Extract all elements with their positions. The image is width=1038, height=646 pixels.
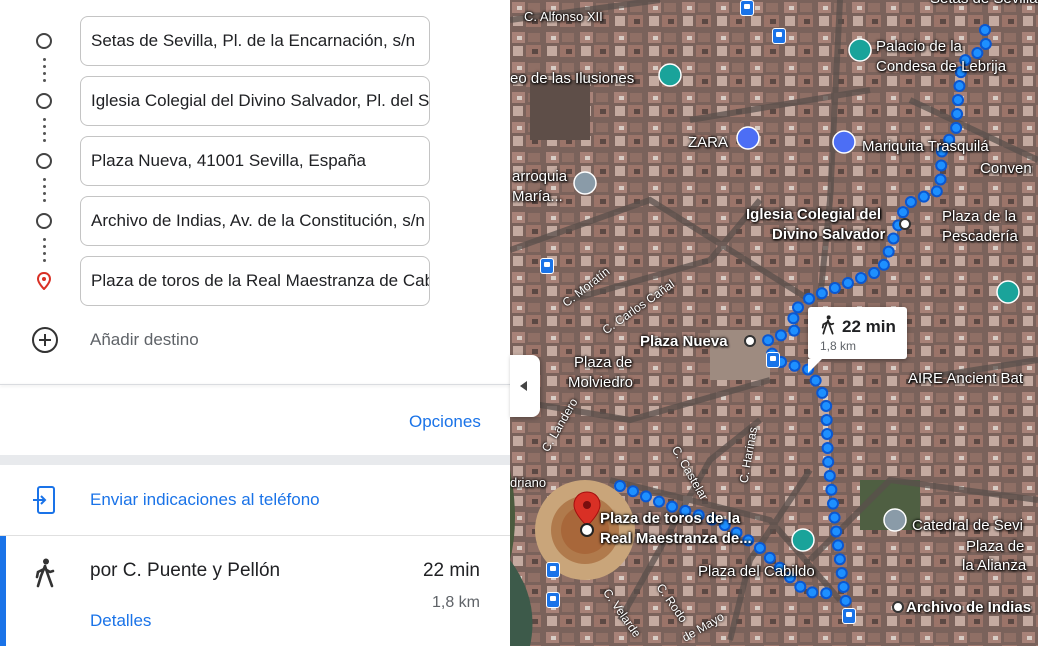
route-duration-callout[interactable]: 22 min 1,8 km xyxy=(808,307,907,373)
stop-row-4: Archivo de Indias, Av. de la Constitució… xyxy=(0,196,510,246)
place-label-plaza-nueva: Plaza Nueva xyxy=(640,333,728,350)
place-label: Conven xyxy=(980,160,1032,177)
waypoint-circle-icon xyxy=(36,33,52,49)
place-label: la Alianza xyxy=(962,557,1027,574)
section-separator xyxy=(0,455,510,465)
place-label: Setas de Sevilla xyxy=(930,0,1038,8)
camera-poi-icon xyxy=(791,528,815,552)
route-via: por C. Puente y Pellón xyxy=(90,560,281,581)
cathedral-poi-icon xyxy=(883,508,907,532)
walking-icon xyxy=(821,315,835,335)
stop-input-3[interactable]: Plaza Nueva, 41001 Sevilla, España xyxy=(80,136,430,186)
place-label: eo de las Ilusiones xyxy=(510,70,635,87)
callout-tail xyxy=(808,359,822,373)
place-label: Mariquita Trasquilá xyxy=(862,138,989,155)
place-label: driano xyxy=(510,475,547,490)
place-label-plaza-toros: Real Maestranza de... xyxy=(600,530,752,547)
museum-poi-icon xyxy=(996,280,1020,304)
stop-row-2: Iglesia Colegial del Divino Salvador, Pl… xyxy=(0,76,510,126)
directions-panel: Setas de Sevilla, Pl. de la Encarnación,… xyxy=(0,0,510,646)
bus-stop-icon[interactable] xyxy=(842,608,856,624)
place-label: Pescadería xyxy=(942,228,1018,245)
iglesia-marker[interactable] xyxy=(899,218,911,230)
place-label: Catedral de Sevi xyxy=(912,517,1023,534)
add-circle-icon xyxy=(32,327,58,353)
route-duration: 22 min xyxy=(422,560,480,581)
place-label-iglesia: Iglesia Colegial del xyxy=(746,206,882,223)
place-label: Palacio de la xyxy=(876,38,962,55)
bus-stop-icon[interactable] xyxy=(546,562,560,578)
send-to-phone-icon xyxy=(33,486,55,514)
place-label: Molviedro xyxy=(568,374,634,391)
satellite-map[interactable]: C. Alfonso XII Setas de Sevilla Palacio … xyxy=(510,0,1038,646)
place-label-archivo: Archivo de Indias xyxy=(906,599,1032,616)
street-label: C. Alfonso XII xyxy=(524,9,603,24)
place-label: Condesa de Lebrija xyxy=(876,58,1007,75)
callout-distance: 1,8 km xyxy=(820,339,857,353)
bus-stop-icon[interactable] xyxy=(766,352,780,368)
place-label: arroquia xyxy=(512,168,568,185)
bus-stop-icon[interactable] xyxy=(740,0,754,16)
walking-icon xyxy=(35,558,55,588)
ilusiones-poi-icon xyxy=(658,63,682,87)
place-label: AIRE Ancient Bat xyxy=(908,370,1024,387)
place-label: Plaza del Cabildo xyxy=(698,563,815,580)
waypoint-circle-icon xyxy=(36,153,52,169)
place-label-iglesia: Divino Salvador xyxy=(772,226,886,243)
stop-input-5[interactable]: Plaza de toros de la Real Maestranza de … xyxy=(80,256,430,306)
stop-input-4[interactable]: Archivo de Indias, Av. de la Constitució… xyxy=(80,196,430,246)
map-imagery xyxy=(510,0,1038,646)
archivo-marker[interactable] xyxy=(892,601,904,613)
stop-row-5: Plaza de toros de la Real Maestranza de … xyxy=(0,256,510,306)
stop-input-2[interactable]: Iglesia Colegial del Divino Salvador, Pl… xyxy=(80,76,430,126)
place-label: Plaza de xyxy=(966,538,1025,555)
stop-row-1: Setas de Sevilla, Pl. de la Encarnación,… xyxy=(0,16,510,66)
waypoint-circle-icon xyxy=(36,213,52,229)
bus-stop-icon[interactable] xyxy=(546,592,560,608)
plaza-nueva-marker[interactable] xyxy=(744,335,756,347)
send-to-phone-button[interactable]: Enviar indicaciones al teléfono xyxy=(0,465,510,535)
route-distance: 1,8 km xyxy=(431,594,480,611)
place-label: Plaza de xyxy=(574,354,633,371)
route-option-card[interactable]: por C. Puente y Pellón 22 min 1,8 km Det… xyxy=(0,536,510,646)
place-label: María... xyxy=(512,188,563,205)
stop-input-1[interactable]: Setas de Sevilla, Pl. de la Encarnación,… xyxy=(80,16,430,66)
zara-shop-icon xyxy=(736,126,760,150)
bus-stop-icon[interactable] xyxy=(772,28,786,44)
send-to-phone-label: Enviar indicaciones al teléfono xyxy=(90,490,320,509)
shop-poi-icon xyxy=(832,130,856,154)
add-destination-label: Añadir destino xyxy=(90,330,199,349)
stop-row-3: Plaza Nueva, 41001 Sevilla, España xyxy=(0,136,510,186)
destination-pin-icon xyxy=(36,272,52,290)
place-label: ZARA xyxy=(688,134,729,151)
options-button[interactable]: Opciones xyxy=(409,412,481,432)
add-destination-button[interactable]: Añadir destino xyxy=(0,316,510,364)
maps-directions-app: Setas de Sevilla, Pl. de la Encarnación,… xyxy=(0,0,1038,646)
collapse-panel-button[interactable] xyxy=(510,355,540,417)
palacio-poi-icon xyxy=(848,38,872,62)
bus-stop-icon[interactable] xyxy=(540,258,554,274)
selected-route-indicator xyxy=(0,536,6,646)
callout-duration: 22 min xyxy=(842,317,896,336)
waypoint-circle-icon xyxy=(36,93,52,109)
place-label-plaza-toros: Plaza de toros de la xyxy=(600,510,741,527)
route-details-link[interactable]: Detalles xyxy=(90,611,151,631)
church-poi-icon xyxy=(573,171,597,195)
divider xyxy=(0,384,510,385)
place-label: Plaza de la xyxy=(942,208,1017,225)
